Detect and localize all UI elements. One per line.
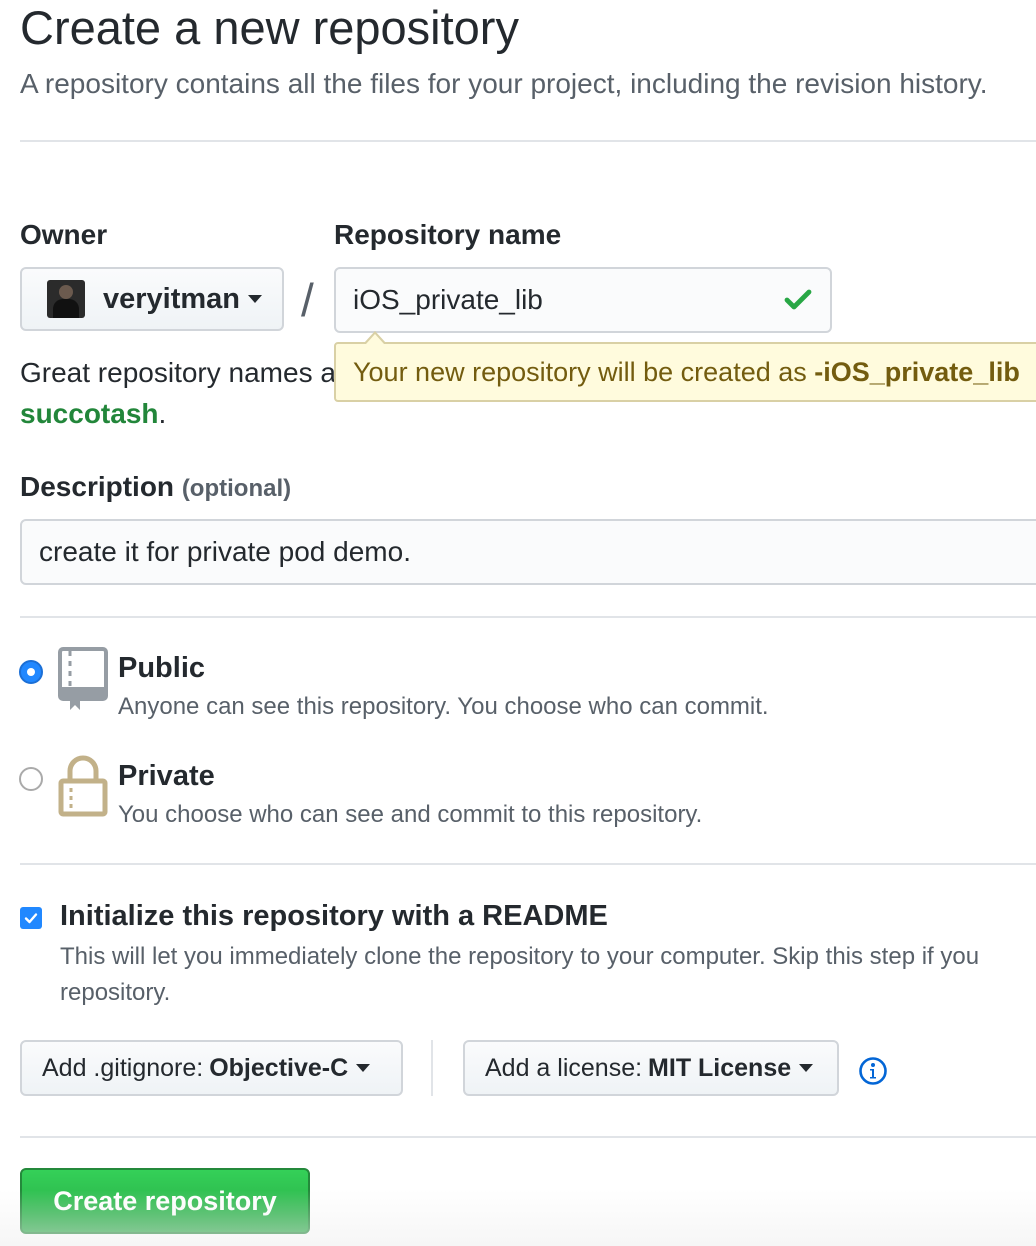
- description-value: create it for private pod demo.: [39, 536, 411, 567]
- repo-icon: [58, 647, 108, 710]
- license-label: Add a license:: [485, 1053, 643, 1082]
- checkbox-icon: [24, 913, 38, 924]
- private-desc: You choose who can see and commit to thi…: [118, 801, 703, 828]
- gitignore-label: Add .gitignore:: [42, 1053, 204, 1082]
- optional-label: (optional): [181, 475, 292, 502]
- divider: [20, 863, 1036, 865]
- owner-label: Owner: [20, 219, 108, 250]
- private-title: Private: [118, 760, 215, 792]
- page-subtitle: A repository contains all the files for …: [20, 68, 988, 99]
- public-radio[interactable]: [19, 660, 43, 684]
- create-repository-button[interactable]: Create repository: [20, 1168, 310, 1234]
- repo-name-value: iOS_private_lib: [353, 284, 543, 315]
- name-hint-text: Great repository names a: [20, 357, 336, 388]
- avatar: [47, 280, 85, 318]
- chevron-down-icon: [799, 1064, 814, 1072]
- page-title: Create a new repository: [20, 1, 519, 54]
- license-select[interactable]: Add a license: MIT License: [463, 1040, 839, 1096]
- chevron-down-icon: [248, 295, 263, 303]
- gitignore-select[interactable]: Add .gitignore: Objective-C: [20, 1040, 403, 1096]
- divider: [20, 140, 1036, 142]
- checkmark-icon: [784, 289, 812, 310]
- owner-name: veryitman: [103, 282, 241, 315]
- gitignore-value: Objective-C: [209, 1053, 349, 1082]
- divider: [20, 616, 1036, 618]
- tooltip-repo-name: -iOS_private_lib: [814, 356, 1020, 387]
- owner-repo-separator: /: [301, 274, 314, 326]
- info-icon[interactable]: [858, 1056, 888, 1086]
- public-title: Public: [118, 652, 206, 684]
- repo-name-input[interactable]: iOS_private_lib: [334, 267, 832, 333]
- select-divider: [431, 1040, 433, 1096]
- repo-name-tooltip: Your new repository will be created as -…: [334, 342, 1036, 402]
- description-input[interactable]: create it for private pod demo.: [20, 519, 1036, 585]
- description-label: Description (optional): [20, 471, 292, 502]
- owner-select-button[interactable]: veryitman: [20, 267, 284, 331]
- divider: [20, 1136, 1036, 1138]
- readme-desc: This will let you immediately clone the …: [60, 943, 980, 1006]
- repo-name-label: Repository name: [334, 219, 562, 250]
- license-value: MIT License: [648, 1053, 792, 1082]
- private-radio[interactable]: [19, 767, 43, 791]
- lock-icon: [58, 755, 108, 817]
- public-desc: Anyone can see this repository. You choo…: [118, 693, 769, 720]
- tooltip-arrow-inner: [366, 334, 384, 344]
- chevron-down-icon: [356, 1064, 371, 1072]
- suggestion-link[interactable]: succotash: [20, 398, 159, 429]
- readme-checkbox[interactable]: [20, 907, 42, 929]
- readme-title: Initialize this repository with a README: [60, 900, 608, 932]
- name-hint-suggestion: succotash.: [20, 398, 167, 429]
